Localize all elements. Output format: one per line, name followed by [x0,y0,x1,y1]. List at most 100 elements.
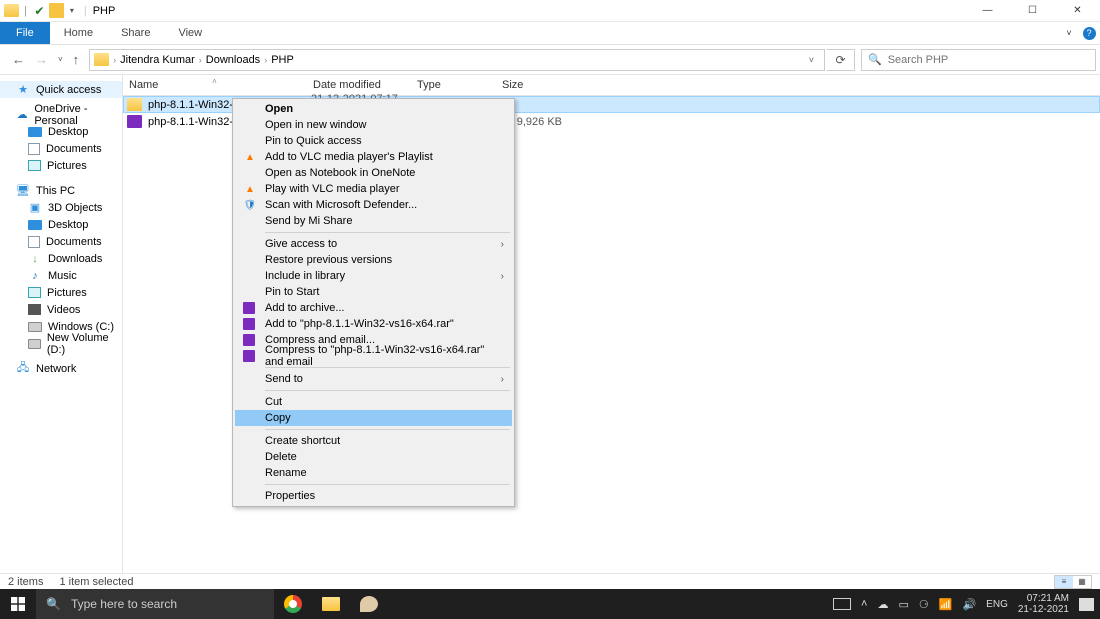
breadcrumb-item[interactable]: PHP [271,54,294,66]
ctx-pin-start[interactable]: Pin to Start [235,284,512,300]
ctx-add-archive-name[interactable]: Add to "php-8.1.1-Win32-vs16-x64.rar" [235,316,512,332]
icons-view-icon[interactable]: ▦ [1073,576,1091,588]
sidebar-drive-d[interactable]: New Volume (D:) [0,335,122,352]
properties-icon[interactable]: ✔ [32,3,47,18]
sidebar-3d-objects[interactable]: ▣3D Objects [0,199,122,216]
breadcrumb-item[interactable]: Jitendra Kumar [120,54,195,66]
ctx-vlc-play[interactable]: ▲Play with VLC media player [235,181,512,197]
ctx-open[interactable]: Open [235,101,512,117]
sidebar-quick-access[interactable]: ★Quick access [0,81,122,98]
tab-view[interactable]: View [164,22,216,44]
ctx-mi-share[interactable]: Send by Mi Share [235,213,512,229]
ribbon-collapse-icon[interactable]: ˅ [1060,22,1078,44]
tab-share[interactable]: Share [107,22,164,44]
sidebar-pictures[interactable]: Pictures [0,284,122,301]
tab-file[interactable]: File [0,22,50,44]
close-button[interactable]: ✕ [1055,0,1100,22]
ctx-cut[interactable]: Cut [235,394,512,410]
taskbar-apps [274,589,388,619]
ctx-vlc-playlist[interactable]: ▲Add to VLC media player's Playlist [235,149,512,165]
ctx-defender[interactable]: 🛡Scan with Microsoft Defender... [235,197,512,213]
ctx-compress-name-email[interactable]: Compress to "php-8.1.1-Win32-vs16-x64.ra… [235,348,512,364]
taskbar-paint[interactable] [350,589,388,619]
sidebar-this-pc[interactable]: 🖥This PC [0,182,122,199]
sidebar-pictures[interactable]: Pictures [0,157,122,174]
network-icon: 🖧 [16,363,30,375]
ctx-restore-versions[interactable]: Restore previous versions [235,252,512,268]
address-dropdown-icon[interactable]: ˅ [803,55,820,65]
tray-wifi-icon[interactable]: ⚆ [919,598,929,611]
sidebar-videos[interactable]: Videos [0,301,122,318]
videos-icon [28,304,41,315]
sidebar-network[interactable]: 🖧Network [0,360,122,377]
help-icon[interactable]: ? [1078,22,1100,44]
window-titlebar: | ✔ ▾ | PHP — ☐ ✕ [0,0,1100,22]
qat-dropdown-icon[interactable]: ▾ [66,3,78,18]
nav-arrows: ← → ˅ ↑ [4,52,87,67]
chrome-icon [284,595,302,613]
ctx-open-new-window[interactable]: Open in new window [235,117,512,133]
ctx-pin-quick-access[interactable]: Pin to Quick access [235,133,512,149]
sidebar-music[interactable]: ♪Music [0,267,122,284]
sidebar-documents[interactable]: Documents [0,233,122,250]
ctx-give-access[interactable]: Give access to› [235,236,512,252]
tray-meet-now-icon[interactable]: ▭ [898,598,908,611]
rar-icon [243,334,255,346]
sidebar-item-label: 3D Objects [48,202,102,214]
breadcrumb-item[interactable]: Downloads [206,54,260,66]
sidebar-item-label: Pictures [47,160,87,172]
search-box[interactable]: 🔍 [861,49,1096,71]
ctx-send-to[interactable]: Send to› [235,371,512,387]
taskbar-chrome[interactable] [274,589,312,619]
start-button[interactable] [0,597,36,611]
refresh-button[interactable]: ⟳ [827,49,855,71]
sidebar-desktop[interactable]: Desktop [0,216,122,233]
new-folder-icon[interactable] [49,3,64,18]
column-size[interactable]: Size [496,79,566,91]
status-bar: 2 items 1 item selected ≡ ▦ [0,573,1100,589]
ctx-separator [265,232,510,233]
tray-volume-icon[interactable]: 🔊 [962,598,976,611]
ctx-onenote[interactable]: Open as Notebook in OneNote [235,165,512,181]
search-input[interactable] [888,54,1089,66]
tray-chevron-up-icon[interactable]: ˄ [861,598,867,610]
tray-onedrive-icon[interactable]: ☁ [877,598,888,611]
ctx-include-library[interactable]: Include in library› [235,268,512,284]
ctx-add-archive[interactable]: Add to archive... [235,300,512,316]
sidebar-item-label: Pictures [47,287,87,299]
tray-app-icon[interactable] [833,598,851,610]
ctx-delete[interactable]: Delete [235,449,512,465]
nav-back-icon[interactable]: ← [12,52,25,67]
ctx-rename[interactable]: Rename [235,465,512,481]
nav-forward-icon[interactable]: → [35,52,48,67]
search-icon: 🔍 [868,53,882,66]
vlc-icon: ▲ [243,182,257,196]
taskbar-search[interactable]: 🔍 Type here to search [36,589,274,619]
column-date[interactable]: Date modified [307,79,411,91]
ctx-copy[interactable]: Copy [235,410,512,426]
music-icon: ♪ [28,270,42,282]
nav-up-icon[interactable]: ↑ [73,52,80,67]
sidebar-downloads[interactable]: ↓Downloads [0,250,122,267]
ctx-properties[interactable]: Properties [235,488,512,504]
sidebar-onedrive[interactable]: ☁OneDrive - Personal [0,106,122,123]
ctx-create-shortcut[interactable]: Create shortcut [235,433,512,449]
column-type[interactable]: Type [411,79,496,91]
tray-notifications-icon[interactable] [1079,598,1094,611]
tab-home[interactable]: Home [50,22,107,44]
view-toggle[interactable]: ≡ ▦ [1054,575,1092,589]
nav-history-icon[interactable]: ˅ [58,55,63,64]
column-name[interactable]: Name˄ [123,79,307,91]
breadcrumb[interactable]: › Jitendra Kumar › Downloads › PHP [113,54,803,66]
desktop-icon [28,220,42,230]
tray-clock[interactable]: 07:21 AM 21-12-2021 [1018,593,1069,615]
sidebar-documents[interactable]: Documents [0,140,122,157]
details-view-icon[interactable]: ≡ [1055,576,1073,588]
tray-language[interactable]: ENG [986,599,1008,610]
column-label: Name [129,79,158,91]
maximize-button[interactable]: ☐ [1010,0,1055,22]
minimize-button[interactable]: — [965,0,1010,22]
address-bar[interactable]: › Jitendra Kumar › Downloads › PHP ˅ [89,49,825,71]
tray-network-icon[interactable]: 📶 [939,598,953,611]
taskbar-file-explorer[interactable] [312,589,350,619]
